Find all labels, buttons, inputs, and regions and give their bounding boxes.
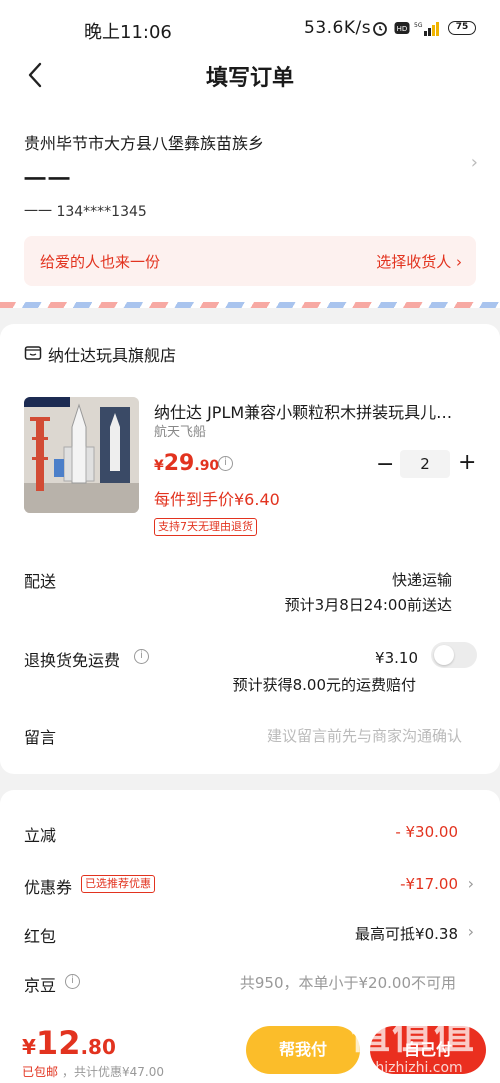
- shipping-label: 配送: [24, 572, 57, 591]
- return-policy-tag: 支持7天无理由退货: [154, 518, 257, 536]
- increase-button[interactable]: +: [458, 450, 476, 475]
- hd-icon: HD: [394, 22, 410, 34]
- redpacket-label: 红包: [24, 927, 57, 946]
- jingdou-value: 共950，本单小于¥20.00不可用: [239, 974, 456, 992]
- per-item-price: 每件到手价¥6.40: [154, 490, 280, 509]
- return-fee-price: ¥3.10: [375, 649, 418, 667]
- envelope-stripe: [0, 302, 500, 308]
- svg-text:HD: HD: [397, 25, 408, 33]
- total-saving-note: ，共计优惠¥47.00: [62, 1065, 164, 1079]
- redpacket-value[interactable]: 最高可抵¥0.38: [355, 923, 458, 944]
- toggle-knob: [434, 645, 454, 665]
- product-title[interactable]: 纳仕达 JPLM兼容小颗粒积木拼装玩具儿…: [154, 399, 472, 423]
- instant-discount-label: 立减: [24, 826, 57, 845]
- total-decimal: .80: [80, 1035, 116, 1059]
- coupon-tag: 已选推荐优惠: [81, 875, 155, 893]
- store-icon: [24, 346, 42, 360]
- receiver-contact: 一一 134****1345: [24, 204, 147, 220]
- jingdou-info-icon[interactable]: i: [65, 974, 80, 989]
- status-time: 晚上11:06: [84, 22, 172, 43]
- shipping-method[interactable]: 快递运输: [392, 569, 452, 590]
- product-image[interactable]: [24, 397, 139, 513]
- network-speed: 53.6K/s: [304, 18, 372, 38]
- coupon-label: 优惠券: [24, 878, 73, 897]
- quantity-input[interactable]: 2: [400, 450, 450, 478]
- discounts-card: 立减 - ¥30.00 优惠券 已选推荐优惠 -¥17.00 › 红包 最高可抵…: [0, 790, 500, 1006]
- svg-text:5G: 5G: [414, 22, 423, 29]
- select-receiver-link[interactable]: 选择收货人 ›: [376, 251, 462, 272]
- total-price: ¥12.80: [22, 1024, 116, 1062]
- decrease-button[interactable]: −: [376, 452, 394, 477]
- return-fee-toggle[interactable]: [431, 642, 477, 668]
- nav-header: 填写订单: [0, 56, 500, 102]
- price-currency: ¥: [154, 458, 164, 474]
- message-label: 留言: [24, 728, 57, 747]
- shipping-eta: 预计3月8日24:00前送达: [284, 596, 452, 614]
- coupon-chevron-icon[interactable]: ›: [468, 874, 474, 893]
- help-pay-button[interactable]: 帮我付: [246, 1026, 360, 1074]
- gift-text: 给爱的人也来一份: [40, 253, 161, 271]
- battery-icon: 75: [448, 21, 476, 35]
- store-card: 纳仕达玩具旗舰店 纳仕达 JPLM兼容小颗粒积木拼装玩具儿… 航天飞船 ¥29.…: [0, 324, 500, 774]
- total-currency: ¥: [22, 1035, 36, 1059]
- return-fee-note: 预计获得8.00元的运费赔付: [232, 676, 416, 694]
- address-region: 贵州毕节市大方县八堡彝族苗族乡: [24, 134, 265, 153]
- price-integer: 29: [163, 451, 195, 476]
- coupon-value[interactable]: -¥17.00: [400, 875, 458, 893]
- price-info-icon[interactable]: i: [218, 456, 233, 471]
- total-integer: 12: [35, 1024, 81, 1062]
- store-name[interactable]: 纳仕达玩具旗舰店: [48, 342, 176, 366]
- instant-discount-value: - ¥30.00: [395, 823, 458, 841]
- price-decimal: .90: [194, 458, 220, 474]
- address-card[interactable]: 贵州毕节市大方县八堡彝族苗族乡 一一 一一 134****1345 › 给爱的人…: [0, 102, 500, 302]
- free-shipping-note: 已包邮: [22, 1065, 59, 1079]
- chevron-right-icon[interactable]: ›: [471, 152, 478, 173]
- battery-level: 75: [455, 22, 469, 32]
- product-price: ¥29.90: [154, 451, 219, 476]
- return-fee-label: 退换货免运费: [24, 651, 121, 670]
- page-title: 填写订单: [205, 66, 294, 91]
- return-fee-info-icon[interactable]: i: [134, 649, 149, 664]
- receiver-name: 一一: [24, 168, 73, 193]
- jingdou-label: 京豆: [24, 976, 57, 995]
- watermark-logo: 值值值: [350, 1012, 476, 1058]
- product-variant[interactable]: 航天飞船: [154, 421, 206, 440]
- redpacket-chevron-icon[interactable]: ›: [468, 922, 474, 941]
- alarm-icon: [373, 22, 387, 36]
- signal-icon: 5G: [414, 22, 439, 36]
- watermark-url: zhizhizhi.com: [368, 1060, 463, 1076]
- gift-banner[interactable]: 给爱的人也来一份 选择收货人 ›: [24, 236, 476, 286]
- status-bar: 晚上11:06 53.6K/s HD 5G 75: [0, 0, 500, 56]
- message-input[interactable]: 建议留言前先与商家沟通确认: [267, 725, 462, 746]
